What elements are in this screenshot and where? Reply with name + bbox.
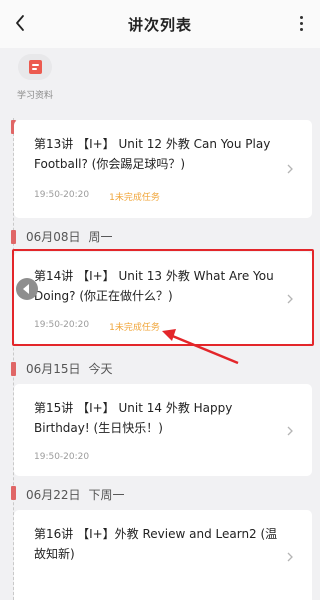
top-bar: 讲次列表 xyxy=(0,0,320,48)
annotation-arrow-icon xyxy=(162,329,239,365)
date-header: 06月15日 今天 xyxy=(26,360,113,377)
more-dots-icon xyxy=(299,15,303,19)
lesson-meta: 19:50-20:20 xyxy=(34,452,89,462)
materials-icon-wrap xyxy=(18,54,52,80)
lesson-title: 第15讲 【Ⅰ+】 Unit 14 外教 Happy Birthday! (生日… xyxy=(34,401,233,435)
lesson-status: 1未完成任务 xyxy=(109,323,160,333)
lesson-meta: 19:50-20:20 1未完成任务 xyxy=(34,190,160,203)
lesson-card[interactable]: 第16讲 【Ⅰ+】外教 Review and Learn2 (温故知新) xyxy=(14,510,312,600)
lesson-card[interactable]: 第13讲 【Ⅰ+】 Unit 12 外教 Can You Play Footba… xyxy=(14,120,312,218)
date-text: 06月15日 xyxy=(26,362,81,376)
lesson-status: 1未完成任务 xyxy=(109,193,160,203)
date-text: 06月22日 xyxy=(26,488,81,502)
more-menu-button[interactable] xyxy=(296,12,306,34)
back-button[interactable] xyxy=(10,12,30,34)
timeline-tick xyxy=(11,230,16,244)
chevron-left-icon xyxy=(23,284,29,294)
chevron-right-icon xyxy=(286,292,294,306)
document-icon xyxy=(28,60,42,74)
lesson-title: 第13讲 【Ⅰ+】 Unit 12 外教 Can You Play Footba… xyxy=(34,137,271,171)
study-materials-label: 学习资料 xyxy=(16,91,53,101)
timeline-tick xyxy=(11,362,16,376)
scroll-left-button[interactable] xyxy=(16,278,38,300)
date-text: 06月08日 xyxy=(26,230,81,244)
page-title: 讲次列表 xyxy=(127,15,192,34)
lesson-time: 19:50-20:20 xyxy=(34,452,90,462)
lesson-time: 19:50-20:20 xyxy=(34,190,90,200)
chevron-right-icon xyxy=(286,550,294,564)
weekday-text: 今天 xyxy=(88,362,113,376)
date-header: 06月08日 周一 xyxy=(26,228,113,245)
date-header: 06月22日 下周一 xyxy=(26,486,125,503)
chevron-right-icon xyxy=(286,162,294,176)
weekday-text: 周一 xyxy=(88,230,113,244)
lesson-title: 第16讲 【Ⅰ+】外教 Review and Learn2 (温故知新) xyxy=(34,527,278,561)
lesson-meta: 19:50-20:20 1未完成任务 xyxy=(34,320,160,333)
chevron-right-icon xyxy=(286,424,294,438)
lesson-time: 19:50-20:20 xyxy=(34,320,90,330)
chevron-left-icon xyxy=(16,15,24,31)
timeline-tick xyxy=(11,486,16,500)
study-materials-button[interactable]: 学习资料 xyxy=(10,54,60,102)
lesson-title: 第14讲 【Ⅰ+】 Unit 13 外教 What Are You Doing?… xyxy=(34,269,274,303)
lesson-card[interactable]: 第15讲 【Ⅰ+】 Unit 14 外教 Happy Birthday! (生日… xyxy=(14,384,312,476)
weekday-text: 下周一 xyxy=(88,488,125,502)
